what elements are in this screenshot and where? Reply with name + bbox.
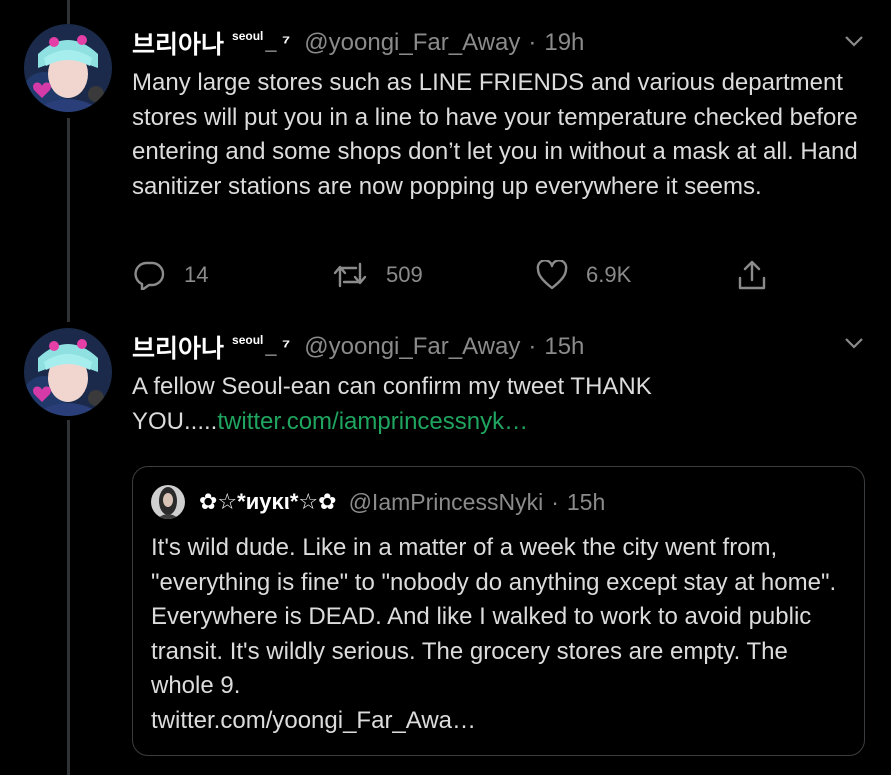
quoted-link: twitter.com/yoongi_Far_Awa… xyxy=(151,706,477,734)
tweet-actions: 14 509 6.9K xyxy=(132,257,782,293)
quoted-tweet[interactable]: ✿☆*иуκι*☆✿ @IamPrincessNyki · 15h It's w… xyxy=(132,466,865,756)
quoted-display-name: ✿☆*иуκι*☆✿ xyxy=(199,489,337,514)
chevron-down-icon[interactable] xyxy=(843,30,865,52)
avatar[interactable] xyxy=(24,328,112,416)
share-button[interactable] xyxy=(736,257,786,293)
share-icon xyxy=(738,260,766,290)
name-suffix: seoul xyxy=(232,29,264,43)
name-tail: _ ⁷ xyxy=(265,335,291,358)
separator-dot: · xyxy=(528,333,537,360)
reply-icon xyxy=(134,261,165,290)
like-button[interactable]: 6.9K xyxy=(536,257,631,293)
retweet-icon xyxy=(333,262,367,288)
retweet-button[interactable]: 509 xyxy=(332,257,423,293)
handle[interactable]: @yoongi_Far_Away xyxy=(304,333,520,361)
timestamp[interactable]: 19h xyxy=(544,29,584,57)
quoted-handle: @IamPrincessNyki xyxy=(348,488,544,515)
name-tail: _ ⁷ xyxy=(265,31,291,54)
chevron-down-icon[interactable] xyxy=(843,332,865,354)
separator-dot: · xyxy=(528,29,537,56)
timestamp[interactable]: 15h xyxy=(544,333,584,361)
tweet-header: 브리아나 seoul _ ⁷ @yoongi_Far_Away · 15h xyxy=(132,331,584,363)
display-name[interactable]: 브리아나 xyxy=(132,25,224,61)
handle[interactable]: @yoongi_Far_Away xyxy=(304,29,520,57)
tweet-text: Many large stores such as LINE FRIENDS a… xyxy=(132,69,858,200)
quoted-timestamp: 15h xyxy=(566,488,606,515)
tweet-text: A fellow Seoul-ean can confirm my tweet … xyxy=(132,370,862,439)
tweet-link[interactable]: twitter.com/iamprincessnyk… xyxy=(217,408,528,435)
name-suffix: seoul xyxy=(232,333,264,347)
quoted-tweet-header: ✿☆*иуκι*☆✿ @IamPrincessNyki · 15h xyxy=(151,485,605,519)
quoted-tweet-text: It's wild dude. Like in a matter of a we… xyxy=(151,531,851,738)
quoted-separator-dot: · xyxy=(551,488,559,515)
tweet-header: 브리아나 seoul _ ⁷ @yoongi_Far_Away · 19h xyxy=(132,27,584,59)
reply-count: 14 xyxy=(184,262,209,287)
reply-button[interactable]: 14 xyxy=(132,257,208,293)
like-icon xyxy=(536,260,568,290)
retweet-count: 509 xyxy=(386,262,423,287)
quoted-text-content: It's wild dude. Like in a matter of a we… xyxy=(151,534,837,699)
display-name[interactable]: 브리아나 xyxy=(132,329,224,365)
quoted-avatar[interactable] xyxy=(151,485,185,519)
like-count: 6.9K xyxy=(586,262,632,287)
tweet-1[interactable]: 브리아나 seoul _ ⁷ @yoongi_Far_Away · 19h Ma… xyxy=(0,0,891,320)
avatar[interactable] xyxy=(24,24,112,112)
